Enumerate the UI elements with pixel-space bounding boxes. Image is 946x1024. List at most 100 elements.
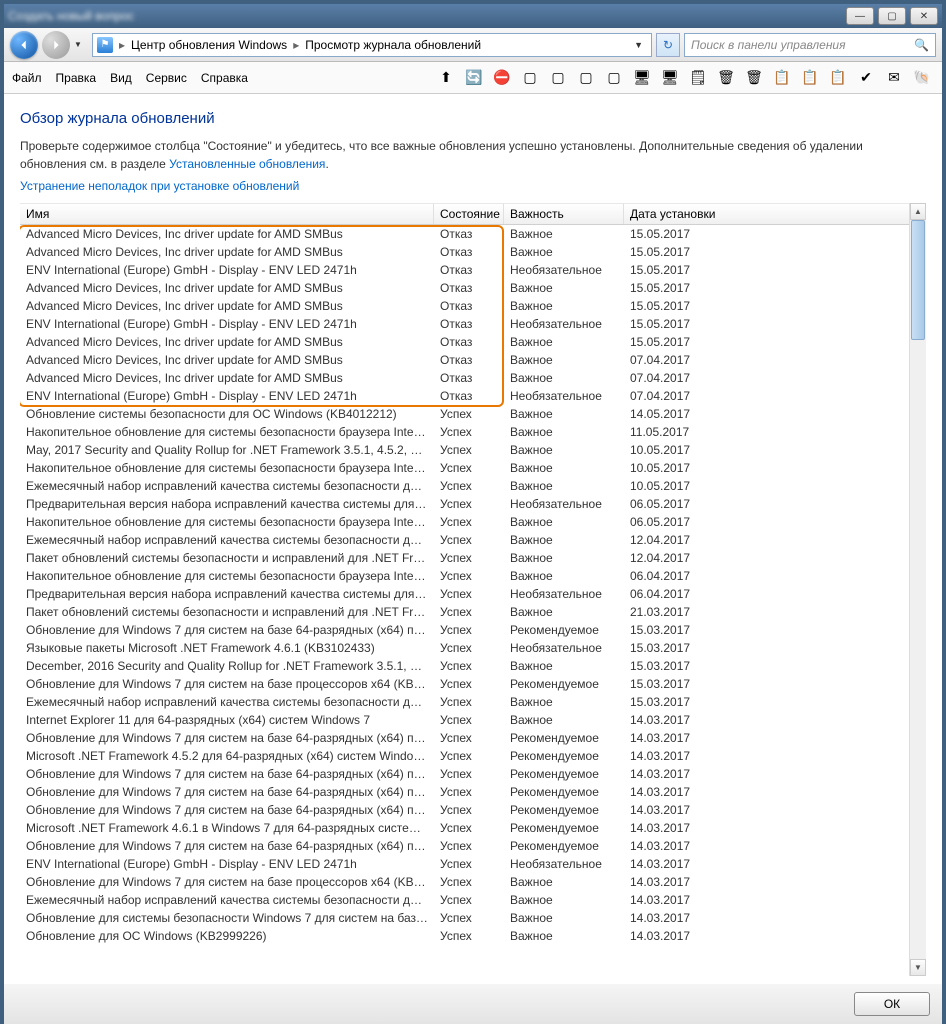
col-importance[interactable]: Важность: [504, 204, 624, 224]
cell-date: 14.03.2017: [624, 785, 926, 799]
search-input[interactable]: Поиск в панели управления 🔍: [684, 33, 936, 57]
table-row[interactable]: Обновление для Windows 7 для систем на б…: [20, 783, 926, 801]
toolbar-icon-2[interactable]: ⛔: [490, 66, 514, 90]
col-name[interactable]: Имя: [20, 204, 434, 224]
toolbar-icon-9[interactable]: 🗒: [686, 66, 710, 90]
close-button[interactable]: ✕: [910, 7, 938, 25]
toolbar-icon-1[interactable]: 🔄: [462, 66, 486, 90]
address-bar[interactable]: ▸ Центр обновления Windows ▸ Просмотр жу…: [92, 33, 652, 57]
table-row[interactable]: Advanced Micro Devices, Inc driver updat…: [20, 369, 926, 387]
refresh-button[interactable]: ↻: [656, 33, 680, 57]
toolbar-icon-17[interactable]: 🐚: [910, 66, 934, 90]
table-row[interactable]: Пакет обновлений системы безопасности и …: [20, 603, 926, 621]
table-row[interactable]: Advanced Micro Devices, Inc driver updat…: [20, 333, 926, 351]
menu-view[interactable]: Вид: [110, 71, 132, 85]
table-row[interactable]: Ежемесячный набор исправлений качества с…: [20, 693, 926, 711]
table-row[interactable]: Internet Explorer 11 для 64-разрядных (x…: [20, 711, 926, 729]
table-row[interactable]: Обновление для системы безопасности Wind…: [20, 909, 926, 927]
table-row[interactable]: Накопительное обновление для системы без…: [20, 513, 926, 531]
table-row[interactable]: Обновление для Windows 7 для систем на б…: [20, 621, 926, 639]
scroll-up-icon[interactable]: ▲: [910, 203, 926, 220]
table-row[interactable]: Advanced Micro Devices, Inc driver updat…: [20, 225, 926, 243]
toolbar-icon-13[interactable]: 📋: [798, 66, 822, 90]
history-dropdown-icon[interactable]: ▼: [74, 40, 88, 49]
table-row[interactable]: Microsoft .NET Framework 4.5.2 для 64-ра…: [20, 747, 926, 765]
toolbar-icon-0[interactable]: ⬆: [434, 66, 458, 90]
cell-importance: Рекомендуемое: [504, 749, 624, 763]
address-dropdown-icon[interactable]: ▼: [630, 40, 647, 50]
cell-state: Успех: [434, 731, 504, 745]
table-row[interactable]: Обновление для Windows 7 для систем на б…: [20, 837, 926, 855]
breadcrumb-root[interactable]: Центр обновления Windows: [131, 38, 287, 52]
cell-date: 14.03.2017: [624, 911, 926, 925]
table-row[interactable]: ENV International (Europe) GmbH - Displa…: [20, 387, 926, 405]
menu-edit[interactable]: Правка: [56, 71, 97, 85]
table-row[interactable]: Ежемесячный набор исправлений качества с…: [20, 891, 926, 909]
table-row[interactable]: Обновление для Windows 7 для систем на б…: [20, 765, 926, 783]
cell-state: Успех: [434, 875, 504, 889]
windows-update-icon: [97, 37, 113, 53]
scroll-thumb[interactable]: [911, 220, 925, 340]
minimize-button[interactable]: —: [846, 7, 874, 25]
toolbar-icon-7[interactable]: 🖥: [630, 66, 654, 90]
table-row[interactable]: Advanced Micro Devices, Inc driver updat…: [20, 279, 926, 297]
table-row[interactable]: Обновление для ОС Windows (KB2999226)Усп…: [20, 927, 926, 945]
cell-date: 14.03.2017: [624, 713, 926, 727]
menu-service[interactable]: Сервис: [146, 71, 187, 85]
table-row[interactable]: Накопительное обновление для системы без…: [20, 423, 926, 441]
table-row[interactable]: Накопительное обновление для системы без…: [20, 459, 926, 477]
installed-updates-link[interactable]: Установленные обновления: [169, 157, 325, 171]
table-row[interactable]: Предварительная версия набора исправлени…: [20, 495, 926, 513]
table-row[interactable]: ENV International (Europe) GmbH - Displa…: [20, 315, 926, 333]
table-row[interactable]: Обновление системы безопасности для ОС W…: [20, 405, 926, 423]
table-row[interactable]: ENV International (Europe) GmbH - Displa…: [20, 855, 926, 873]
toolbar-icon-11[interactable]: 🗑: [742, 66, 766, 90]
toolbar-icon-3[interactable]: ▢: [518, 66, 542, 90]
table-row[interactable]: Advanced Micro Devices, Inc driver updat…: [20, 351, 926, 369]
maximize-button[interactable]: ▢: [878, 7, 906, 25]
cell-name: Advanced Micro Devices, Inc driver updat…: [20, 353, 434, 367]
table-row[interactable]: December, 2016 Security and Quality Roll…: [20, 657, 926, 675]
table-row[interactable]: Ежемесячный набор исправлений качества с…: [20, 531, 926, 549]
vertical-scrollbar[interactable]: ▲ ▼: [909, 203, 926, 976]
table-row[interactable]: May, 2017 Security and Quality Rollup fo…: [20, 441, 926, 459]
ok-button[interactable]: ОК: [854, 992, 930, 1016]
menu-help[interactable]: Справка: [201, 71, 248, 85]
table-row[interactable]: ENV International (Europe) GmbH - Displa…: [20, 261, 926, 279]
cell-date: 07.04.2017: [624, 371, 926, 385]
table-row[interactable]: Advanced Micro Devices, Inc driver updat…: [20, 243, 926, 261]
table-row[interactable]: Обновление для Windows 7 для систем на б…: [20, 873, 926, 891]
cell-date: 06.05.2017: [624, 515, 926, 529]
table-row[interactable]: Предварительная версия набора исправлени…: [20, 585, 926, 603]
troubleshoot-link[interactable]: Устранение неполадок при установке обнов…: [20, 179, 299, 193]
cell-state: Успех: [434, 623, 504, 637]
toolbar-icon-14[interactable]: 📋: [826, 66, 850, 90]
table-row[interactable]: Ежемесячный набор исправлений качества с…: [20, 477, 926, 495]
toolbar-icon-12[interactable]: 📋: [770, 66, 794, 90]
col-date[interactable]: Дата установки: [624, 204, 926, 224]
toolbar-icon-15[interactable]: ✔: [854, 66, 878, 90]
table-row[interactable]: Advanced Micro Devices, Inc driver updat…: [20, 297, 926, 315]
table-row[interactable]: Пакет обновлений системы безопасности и …: [20, 549, 926, 567]
toolbar-icon-10[interactable]: 🗑: [714, 66, 738, 90]
cell-state: Успех: [434, 407, 504, 421]
page-title: Обзор журнала обновлений: [20, 110, 926, 127]
table-row[interactable]: Накопительное обновление для системы без…: [20, 567, 926, 585]
toolbar-icon-4[interactable]: ▢: [546, 66, 570, 90]
menu-file[interactable]: Файл: [12, 71, 42, 85]
table-row[interactable]: Microsoft .NET Framework 4.6.1 в Windows…: [20, 819, 926, 837]
toolbar-icon-6[interactable]: ▢: [602, 66, 626, 90]
table-row[interactable]: Языковые пакеты Microsoft .NET Framework…: [20, 639, 926, 657]
toolbar-icon-5[interactable]: ▢: [574, 66, 598, 90]
cell-state: Успех: [434, 425, 504, 439]
toolbar-icon-8[interactable]: 🖥: [658, 66, 682, 90]
toolbar-icon-16[interactable]: ✉: [882, 66, 906, 90]
col-state[interactable]: Состояние: [434, 204, 504, 224]
table-row[interactable]: Обновление для Windows 7 для систем на б…: [20, 801, 926, 819]
table-row[interactable]: Обновление для Windows 7 для систем на б…: [20, 729, 926, 747]
forward-button[interactable]: [42, 31, 70, 59]
back-button[interactable]: [10, 31, 38, 59]
scroll-down-icon[interactable]: ▼: [910, 959, 926, 976]
breadcrumb-leaf[interactable]: Просмотр журнала обновлений: [305, 38, 481, 52]
table-row[interactable]: Обновление для Windows 7 для систем на б…: [20, 675, 926, 693]
